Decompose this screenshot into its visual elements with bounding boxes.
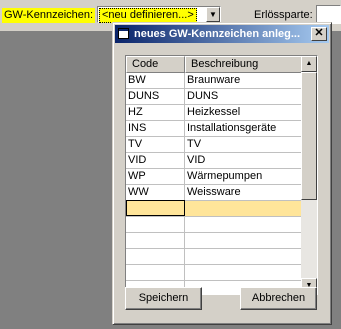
empty-row xyxy=(126,249,303,265)
description-cell[interactable]: Weissware xyxy=(185,185,303,200)
empty-row xyxy=(126,233,303,249)
code-grid[interactable]: Code Beschreibung BW Braunware DUNS DUNS… xyxy=(125,55,318,295)
table-row[interactable]: INS Installationsgeräte xyxy=(126,121,303,137)
code-cell[interactable]: DUNS xyxy=(126,89,185,104)
dialog-title: neues GW-Kennzeichen anleg... xyxy=(134,28,301,40)
table-row[interactable]: BW Braunware xyxy=(126,73,303,89)
empty-cell xyxy=(185,265,303,280)
table-row[interactable]: WP Wärmepumpen xyxy=(126,169,303,185)
empty-cell xyxy=(126,265,185,280)
gw-kennzeichen-value: <neu definieren...> xyxy=(99,8,197,23)
cancel-button[interactable]: Abbrechen xyxy=(240,287,317,310)
vertical-scrollbar[interactable]: ▲ ▼ xyxy=(301,56,317,294)
empty-row xyxy=(126,217,303,233)
description-cell[interactable]: Braunware xyxy=(185,73,303,88)
gw-kennzeichen-combobox[interactable]: <neu definieren...> xyxy=(97,6,221,23)
description-cell[interactable]: DUNS xyxy=(185,89,303,104)
code-cell[interactable]: WW xyxy=(126,185,185,200)
erlossparte-label: Erlössparte: xyxy=(254,9,313,21)
save-button[interactable]: Speichern xyxy=(125,287,202,310)
description-cell[interactable]: Installationsgeräte xyxy=(185,121,303,136)
scroll-thumb[interactable] xyxy=(301,72,317,200)
code-cell[interactable]: WP xyxy=(126,169,185,184)
empty-cell xyxy=(185,217,303,232)
table-row[interactable]: WW Weissware xyxy=(126,185,303,201)
description-cell[interactable]: Heizkessel xyxy=(185,105,303,120)
code-cell[interactable]: INS xyxy=(126,121,185,136)
code-cell[interactable]: BW xyxy=(126,73,185,88)
empty-row xyxy=(126,265,303,281)
grid-header: Code Beschreibung xyxy=(126,56,303,73)
table-row[interactable]: DUNS DUNS xyxy=(126,89,303,105)
empty-cell xyxy=(126,249,185,264)
new-code-input[interactable] xyxy=(126,200,185,216)
empty-cell xyxy=(126,217,185,232)
new-description-input[interactable] xyxy=(185,201,303,216)
description-cell[interactable]: TV xyxy=(185,137,303,152)
chevron-down-icon[interactable]: ▼ xyxy=(206,7,220,22)
new-entry-row[interactable] xyxy=(126,200,303,217)
code-cell[interactable]: VID xyxy=(126,153,185,168)
empty-cell xyxy=(185,249,303,264)
code-cell[interactable]: TV xyxy=(126,137,185,152)
table-row[interactable]: VID VID xyxy=(126,153,303,169)
new-gw-kennzeichen-dialog: neues GW-Kennzeichen anleg... ✕ Code Bes… xyxy=(112,22,332,325)
description-cell[interactable]: Wärmepumpen xyxy=(185,169,303,184)
app-window-icon xyxy=(118,28,129,39)
empty-cell xyxy=(185,233,303,248)
table-row[interactable]: HZ Heizkessel xyxy=(126,105,303,121)
column-header-beschreibung[interactable]: Beschreibung xyxy=(185,56,303,73)
dialog-titlebar[interactable]: neues GW-Kennzeichen anleg... ✕ xyxy=(115,25,329,43)
column-header-code[interactable]: Code xyxy=(126,56,185,73)
description-cell[interactable]: VID xyxy=(185,153,303,168)
close-icon[interactable]: ✕ xyxy=(311,27,327,41)
scroll-up-icon[interactable]: ▲ xyxy=(301,56,317,72)
code-cell[interactable]: HZ xyxy=(126,105,185,120)
empty-cell xyxy=(126,233,185,248)
gw-kennzeichen-label: GW-Kennzeichen: xyxy=(2,8,96,23)
table-row[interactable]: TV TV xyxy=(126,137,303,153)
